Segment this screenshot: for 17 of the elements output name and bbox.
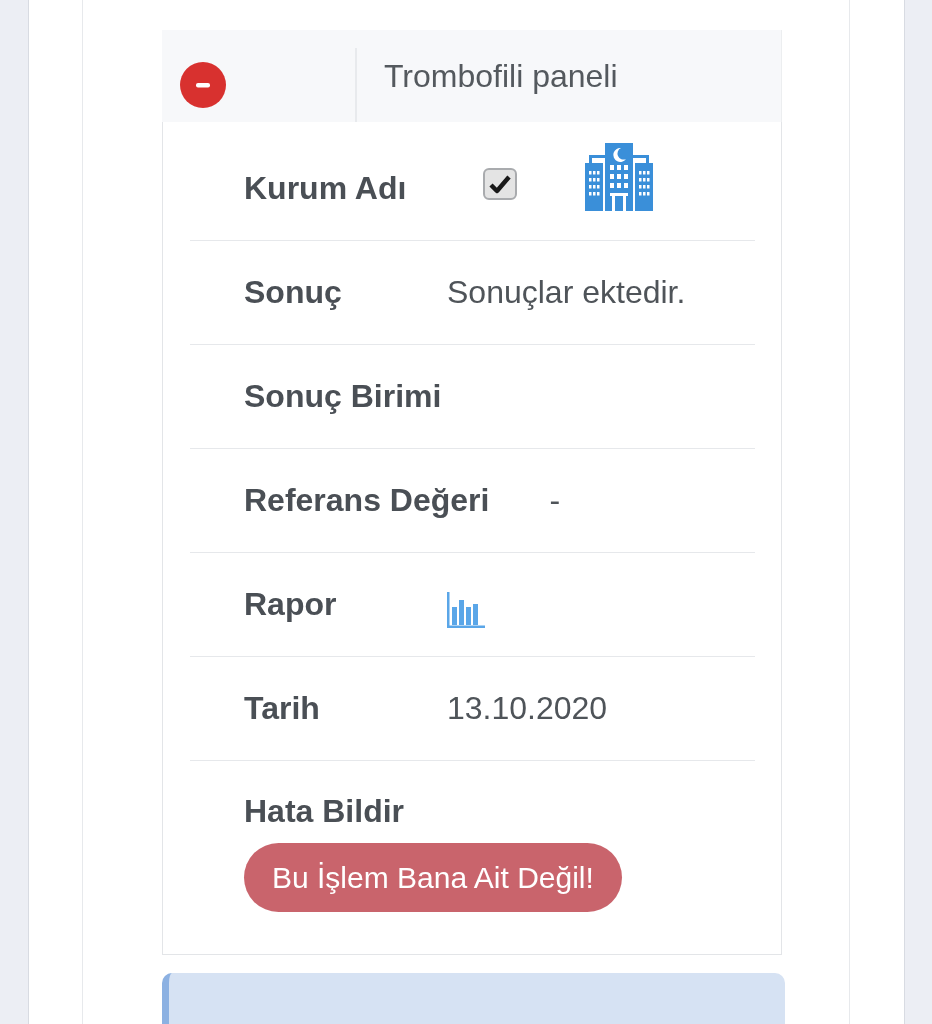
field-label: Sonuç: [244, 274, 343, 311]
field-label: Kurum Adı: [244, 170, 408, 207]
field-label: Sonuç Birimi: [244, 378, 443, 415]
field-label: Rapor: [244, 586, 338, 623]
panel-header[interactable]: Trombofili paneli: [162, 30, 782, 122]
field-value: 13.10.2020: [447, 690, 608, 727]
field-value: Sonuçlar ektedir.: [447, 274, 686, 311]
field-value: -: [549, 482, 561, 519]
minus-icon[interactable]: [180, 62, 226, 108]
bar-chart-icon[interactable]: [447, 591, 485, 628]
field-label: Referans Değeri: [244, 482, 491, 519]
checkbox[interactable]: [483, 167, 518, 200]
hospital-building-icon: [585, 142, 654, 211]
panel-title: Trombofili paneli: [383, 56, 618, 96]
not-mine-button[interactable]: Bu İşlem Bana Ait Değil!: [244, 843, 622, 912]
field-label: Hata Bildir: [244, 793, 405, 830]
field-label: Tarih: [244, 690, 321, 727]
